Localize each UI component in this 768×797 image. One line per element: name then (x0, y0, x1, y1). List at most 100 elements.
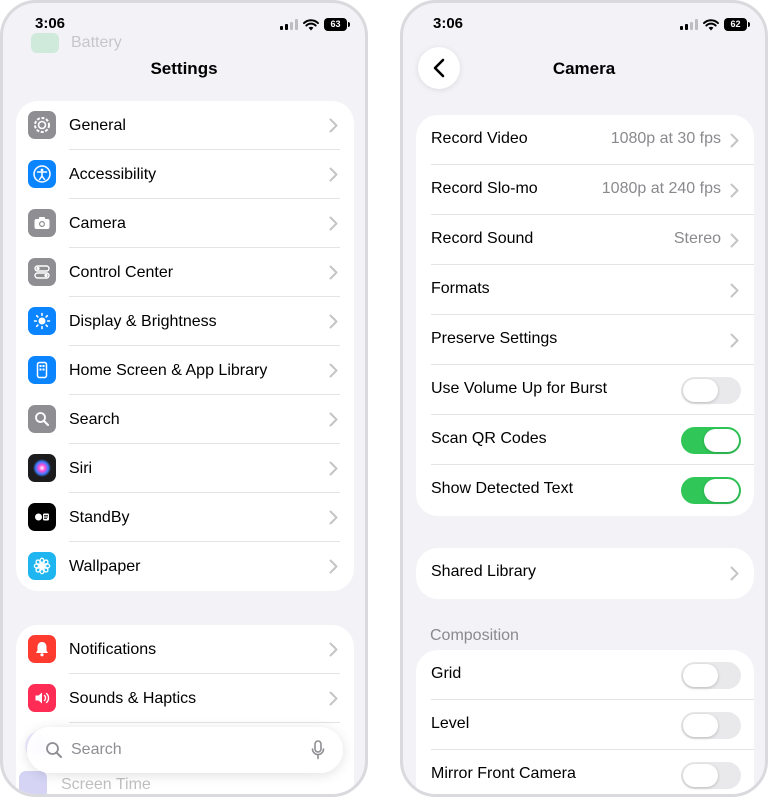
search-placeholder: Search (71, 741, 122, 758)
chevron-right-icon (329, 216, 338, 231)
row-label: Use Volume Up for Burst (431, 380, 608, 397)
row-preserve-settings[interactable]: Preserve Settings (416, 315, 754, 365)
scrolled-row-screen-time: Screen Time (19, 771, 151, 794)
wifi-icon (303, 18, 319, 31)
settings-row-control-center[interactable]: Control Center (16, 248, 354, 297)
row-scan-qr-codes: Scan QR Codes (416, 415, 754, 465)
row-label: Grid (431, 665, 462, 682)
settings-row-label: Notifications (69, 640, 157, 658)
search-icon (28, 405, 56, 433)
settings-group-main: General Accessibility Camera Control Cen… (16, 101, 354, 591)
battery-icon: 63 (324, 18, 350, 31)
chevron-right-icon (329, 461, 338, 476)
chevron-right-icon (730, 333, 739, 348)
settings-row-accessibility[interactable]: Accessibility (16, 150, 354, 199)
camera-settings-group: Record Video 1080p at 30 fps Record Slo-… (416, 115, 754, 516)
settings-row-search[interactable]: Search (16, 395, 354, 444)
row-grid: Grid (416, 650, 754, 700)
scan-qr-toggle[interactable] (681, 427, 741, 454)
chevron-right-icon (329, 642, 338, 657)
row-label: Shared Library (431, 563, 536, 580)
settings-row-label: Siri (69, 459, 93, 477)
row-label: Scan QR Codes (431, 430, 547, 447)
chevron-right-icon (730, 283, 739, 298)
camera-icon (28, 209, 56, 237)
chevron-right-icon (329, 118, 338, 133)
settings-row-label: Sounds & Haptics (69, 689, 197, 707)
volume-burst-toggle[interactable] (681, 377, 741, 404)
flower-icon (28, 552, 56, 580)
settings-row-label: Home Screen & App Library (69, 361, 268, 379)
chevron-right-icon (730, 233, 739, 248)
row-volume-up-burst: Use Volume Up for Burst (416, 365, 754, 415)
chevron-right-icon (329, 314, 338, 329)
row-record-sound[interactable]: Record Sound Stereo (416, 215, 754, 265)
chevron-right-icon (329, 412, 338, 427)
row-record-video[interactable]: Record Video 1080p at 30 fps (416, 115, 754, 165)
row-label: Record Slo-mo (431, 180, 538, 197)
row-label: Formats (431, 280, 490, 297)
bell-icon (28, 635, 56, 663)
row-formats[interactable]: Formats (416, 265, 754, 315)
camera-settings-screen: 3:06 62 Camera Record Video 1080p at 30 … (400, 0, 768, 797)
settings-row-label: Display & Brightness (69, 312, 217, 330)
settings-row-wallpaper[interactable]: Wallpaper (16, 542, 354, 591)
row-value: Stereo (673, 230, 721, 247)
row-label: Record Sound (431, 230, 534, 247)
mirror-front-camera-toggle[interactable] (681, 762, 741, 789)
settings-row-camera[interactable]: Camera (16, 199, 354, 248)
row-label: Show Detected Text (431, 480, 574, 497)
row-value: 1080p at 30 fps (610, 130, 721, 147)
row-shared-library[interactable]: Shared Library (416, 548, 754, 598)
battery-settings-icon (31, 33, 59, 53)
chevron-right-icon (730, 566, 739, 581)
row-record-slo-mo[interactable]: Record Slo-mo 1080p at 240 fps (416, 165, 754, 215)
row-level: Level (416, 700, 754, 750)
battery-icon: 62 (724, 18, 750, 31)
chevron-right-icon (730, 183, 739, 198)
settings-screen: 3:06 63 Battery Settings General Accessi… (0, 0, 368, 797)
settings-row-display-brightness[interactable]: Display & Brightness (16, 297, 354, 346)
status-time: 3:06 (35, 15, 66, 32)
detected-text-toggle[interactable] (681, 477, 741, 504)
page-title: Settings (150, 59, 218, 78)
accessibility-icon (28, 160, 56, 188)
settings-row-standby[interactable]: StandBy (16, 493, 354, 542)
row-label: Record Video (431, 130, 528, 147)
shared-library-group: Shared Library (416, 548, 754, 599)
cellular-signal-icon (680, 19, 698, 30)
settings-row-label: Control Center (69, 263, 174, 281)
grid-toggle[interactable] (681, 662, 741, 689)
search-bar[interactable]: Search (27, 727, 343, 773)
row-value: 1080p at 240 fps (601, 180, 721, 197)
chevron-right-icon (329, 691, 338, 706)
microphone-icon[interactable] (311, 739, 325, 761)
search-icon (46, 742, 62, 758)
settings-row-general[interactable]: General (16, 101, 354, 150)
chevron-right-icon (329, 363, 338, 378)
row-label: Level (431, 715, 470, 732)
home-screen-icon (28, 356, 56, 384)
level-toggle[interactable] (681, 712, 741, 739)
settings-row-home-screen[interactable]: Home Screen & App Library (16, 346, 354, 395)
gear-icon (28, 111, 56, 139)
scrolled-row-label: Battery (71, 34, 122, 51)
speaker-icon (28, 684, 56, 712)
section-header-composition: Composition (430, 627, 519, 644)
chevron-right-icon (329, 265, 338, 280)
settings-row-siri[interactable]: Siri (16, 444, 354, 493)
settings-row-sounds-haptics[interactable]: Sounds & Haptics (16, 674, 354, 723)
scrolled-row-battery: Battery (31, 33, 122, 53)
row-label: Mirror Front Camera (431, 765, 576, 782)
cellular-signal-icon (280, 19, 298, 30)
settings-row-label: General (69, 116, 126, 134)
hourglass-icon (19, 771, 47, 794)
sun-icon (28, 307, 56, 335)
settings-row-notifications[interactable]: Notifications (16, 625, 354, 674)
composition-group: Grid Level Mirror Front Camera (416, 650, 754, 794)
chevron-right-icon (329, 167, 338, 182)
settings-row-label: Camera (69, 214, 126, 232)
chevron-right-icon (329, 559, 338, 574)
settings-row-label: Search (69, 410, 120, 428)
toggles-icon (28, 258, 56, 286)
